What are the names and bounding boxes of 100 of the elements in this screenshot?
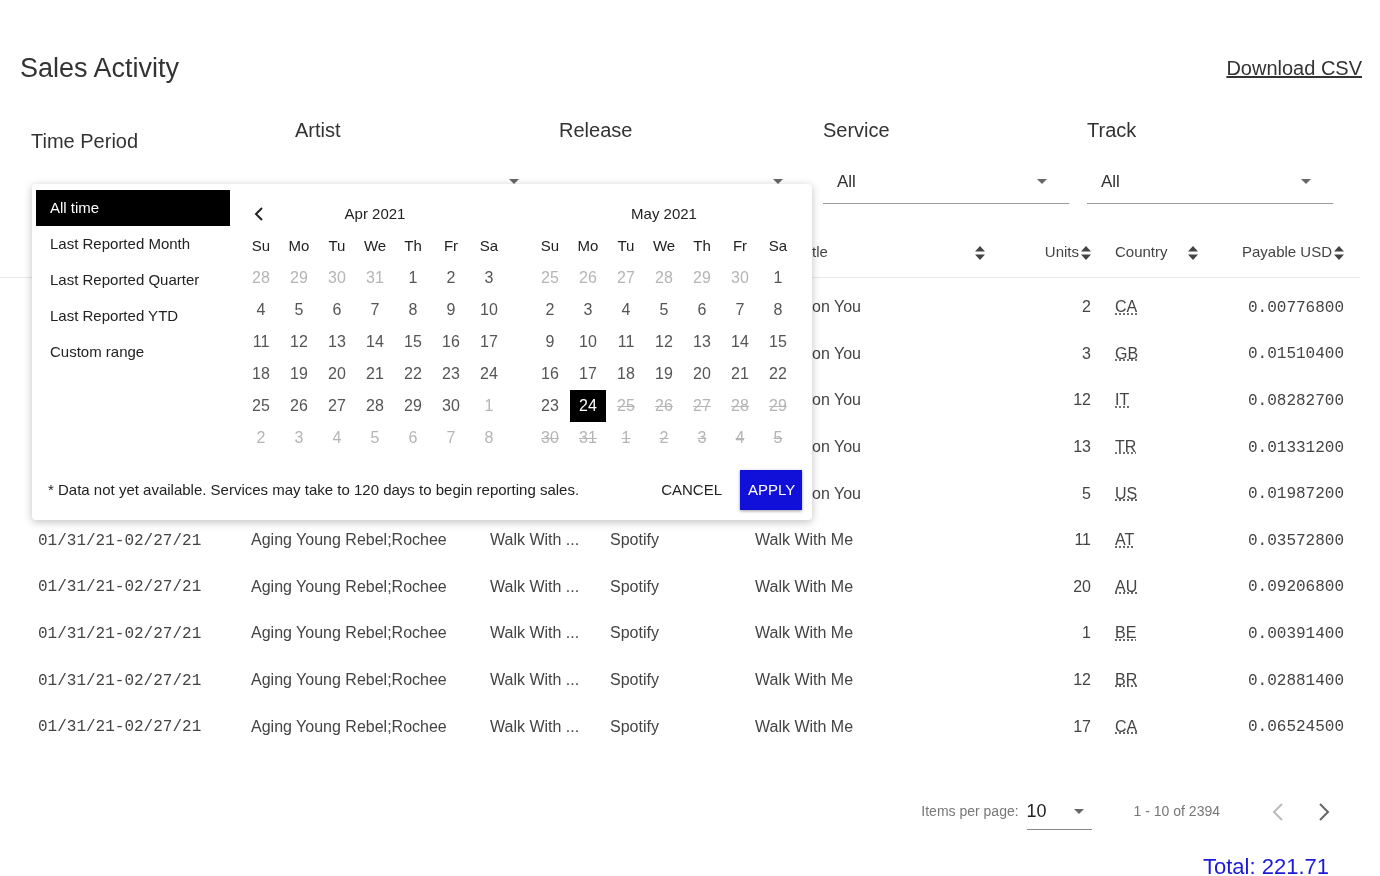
calendar-day[interactable]: 16 xyxy=(532,358,568,390)
country-code: CA xyxy=(1115,298,1138,316)
table-cell: Aging Young Rebel;Rochee xyxy=(251,671,447,689)
calendar-day[interactable]: 8 xyxy=(395,294,431,326)
calendar-day[interactable]: 8 xyxy=(760,294,796,326)
calendar-day[interactable]: 20 xyxy=(319,358,355,390)
calendar-day[interactable]: 17 xyxy=(570,358,606,390)
calendar-day[interactable]: 7 xyxy=(357,294,393,326)
table-cell: on You xyxy=(812,438,861,456)
table-cell: Walk With ... xyxy=(490,577,580,595)
column-header[interactable]: Units xyxy=(1044,241,1079,264)
calendar-day[interactable]: 10 xyxy=(471,294,507,326)
column-header[interactable]: tle xyxy=(812,241,828,264)
calendar-day[interactable]: 13 xyxy=(684,326,720,358)
calendar-day[interactable]: 29 xyxy=(395,390,431,422)
calendar-day[interactable]: 17 xyxy=(471,326,507,358)
calendar-day[interactable]: 1 xyxy=(395,262,431,294)
calendar-day[interactable]: 28 xyxy=(357,390,393,422)
calendar-day[interactable]: 22 xyxy=(760,358,796,390)
calendar-day[interactable]: 24 xyxy=(471,358,507,390)
table-cell: 01/31/21-02/27/21 xyxy=(38,671,202,690)
calendar-day[interactable]: 21 xyxy=(357,358,393,390)
calendar-day[interactable]: 2 xyxy=(532,294,568,326)
page-size-select[interactable]: 10 xyxy=(1026,793,1092,830)
calendar-day[interactable]: 14 xyxy=(722,326,758,358)
weekday-label: Mo xyxy=(288,235,310,256)
calendar-day[interactable]: 2 xyxy=(433,262,469,294)
calendar-day[interactable]: 14 xyxy=(357,326,393,358)
table-cell: 5 xyxy=(1082,484,1091,502)
caret-icon xyxy=(1301,179,1311,184)
calendar-day[interactable]: 18 xyxy=(243,358,279,390)
calendar-day[interactable]: 9 xyxy=(433,294,469,326)
calendar-day[interactable]: 6 xyxy=(319,294,355,326)
table-cell: Aging Young Rebel;Rochee xyxy=(251,624,447,642)
calendar-day[interactable]: 30 xyxy=(433,390,469,422)
calendar-day[interactable]: 16 xyxy=(433,326,469,358)
column-header[interactable]: Country xyxy=(1115,241,1168,264)
apply-button[interactable]: APPLY xyxy=(740,470,802,510)
download-link[interactable]: Download CSV xyxy=(1226,53,1362,83)
table-cell: 0.02881400 xyxy=(1248,671,1344,690)
calendar-day[interactable]: 18 xyxy=(608,358,644,390)
filter-label: Release xyxy=(559,118,633,143)
filter-select[interactable]: All xyxy=(823,160,1069,204)
period-option[interactable]: Last Reported Month xyxy=(36,226,230,262)
calendar-day[interactable]: 5 xyxy=(281,294,317,326)
calendar-day[interactable]: 11 xyxy=(243,326,279,358)
table-cell: 0.03572800 xyxy=(1248,531,1344,550)
column-header[interactable]: Payable USD xyxy=(1241,241,1332,264)
weekday-label: Fr xyxy=(732,235,748,256)
calendar-day[interactable]: 25 xyxy=(243,390,279,422)
weekday-label: Su xyxy=(251,235,271,256)
weekday-label: Tu xyxy=(617,235,635,256)
table-cell: on You xyxy=(812,484,861,502)
table-cell: 1 xyxy=(1082,624,1091,642)
calendar-day[interactable]: 19 xyxy=(646,358,682,390)
table-cell: Walk With Me xyxy=(755,624,854,642)
calendar-day[interactable]: 23 xyxy=(532,390,568,422)
calendar-day[interactable]: 3 xyxy=(471,262,507,294)
weekday-label: We xyxy=(652,235,676,256)
period-option[interactable]: Last Reported Quarter xyxy=(36,262,230,298)
caret-icon xyxy=(1037,179,1047,184)
calendar-day[interactable]: 19 xyxy=(281,358,317,390)
calendar-day[interactable]: 26 xyxy=(281,390,317,422)
table-cell: 01/31/21-02/27/21 xyxy=(38,624,202,643)
calendar-day[interactable]: 15 xyxy=(760,326,796,358)
period-option[interactable]: Last Reported YTD xyxy=(36,298,230,334)
calendar-day[interactable]: 12 xyxy=(646,326,682,358)
calendar-day[interactable]: 27 xyxy=(319,390,355,422)
calendar-day[interactable]: 4 xyxy=(608,294,644,326)
table-cell: Walk With ... xyxy=(490,717,580,735)
calendar-day[interactable]: 4 xyxy=(243,294,279,326)
period-option[interactable]: Custom range xyxy=(36,334,230,370)
calendar-day[interactable]: 22 xyxy=(395,358,431,390)
calendar-day[interactable]: 5 xyxy=(646,294,682,326)
calendar-day[interactable]: 12 xyxy=(281,326,317,358)
filter-label: Service xyxy=(823,118,890,143)
calendar-day[interactable]: 11 xyxy=(608,326,644,358)
calendar-day[interactable]: 3 xyxy=(570,294,606,326)
availability-note: * Data not yet available. Services may take to 120 days to begin reporting sales. xyxy=(48,479,581,500)
caret-icon xyxy=(1073,808,1084,814)
calendar-day[interactable]: 9 xyxy=(532,326,568,358)
table-cell: Walk With ... xyxy=(490,531,580,549)
calendar-day[interactable]: 24 xyxy=(570,390,606,422)
calendar-day[interactable]: 7 xyxy=(722,294,758,326)
calendar-day[interactable]: 20 xyxy=(684,358,720,390)
table-cell: Walk With ... xyxy=(490,671,580,689)
calendar-day[interactable]: 23 xyxy=(433,358,469,390)
calendar-day[interactable]: 1 xyxy=(760,262,796,294)
calendar-day[interactable]: 21 xyxy=(722,358,758,390)
calendar-day[interactable]: 13 xyxy=(319,326,355,358)
table-cell: 12 xyxy=(1073,671,1091,689)
cancel-button[interactable]: CANCEL xyxy=(653,470,730,510)
calendar-day[interactable]: 10 xyxy=(570,326,606,358)
page-title: Sales Activity xyxy=(20,52,180,84)
calendar-day[interactable]: 6 xyxy=(684,294,720,326)
chevron-right-icon[interactable] xyxy=(1318,802,1330,821)
period-option[interactable]: All time xyxy=(36,190,230,226)
chevron-left-icon[interactable] xyxy=(254,207,264,221)
calendar-day[interactable]: 15 xyxy=(395,326,431,358)
filter-select[interactable]: All xyxy=(1087,160,1333,204)
